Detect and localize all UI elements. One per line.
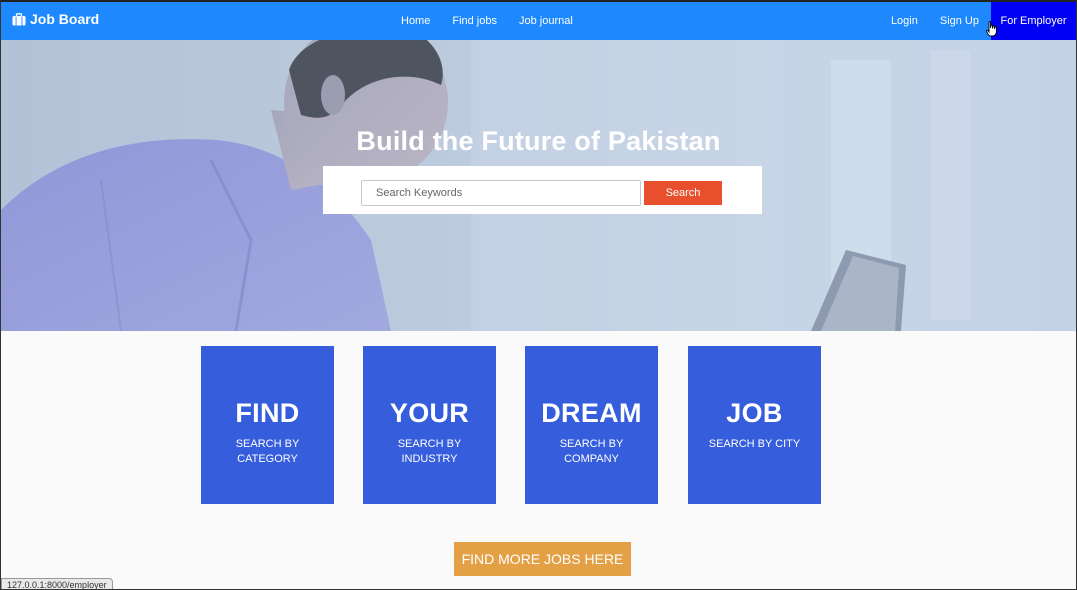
search-button[interactable]: Search (644, 181, 722, 205)
for-employer-label: For Employer (1000, 15, 1067, 27)
tile-heading: JOB (726, 398, 783, 428)
search-keywords-input[interactable] (361, 180, 641, 206)
login-link[interactable]: Login (891, 15, 918, 27)
nav-find-jobs[interactable]: Find jobs (452, 15, 497, 27)
search-panel: Search (323, 166, 762, 214)
tile-heading: DREAM (541, 398, 642, 428)
account-nav: Login Sign Up For Employer (891, 2, 1076, 40)
brand-label: Job Board (30, 11, 100, 27)
tile-heading: YOUR (389, 398, 470, 428)
find-more-jobs-label: FIND MORE JOBS HERE (461, 551, 624, 567)
tile-heading: FIND (235, 398, 300, 428)
briefcase-icon (12, 12, 26, 25)
brand-link[interactable]: Job Board (12, 11, 99, 27)
navbar: Job Board Home Find jobs Job journal Log… (1, 2, 1076, 40)
signup-link[interactable]: Sign Up (940, 15, 979, 27)
tile-subtitle: SEARCH BY COMPANY (559, 438, 624, 465)
hero-banner: Build the Future of Pakistan Search (1, 40, 1076, 331)
tile-subtitle: SEARCH BY CITY (708, 438, 801, 450)
nav-job-journal[interactable]: Job journal (519, 15, 573, 27)
nav-home[interactable]: Home (401, 15, 430, 27)
for-employer-button[interactable]: For Employer (991, 2, 1076, 40)
hero-title: Build the Future of Pakistan (356, 126, 721, 156)
tile-subtitle: SEARCH BY CATEGORY (235, 438, 300, 465)
tile-search-by-company[interactable]: DREAM SEARCH BY COMPANY (525, 346, 658, 504)
tile-search-by-industry[interactable]: YOUR SEARCH BY INDUSTRY (363, 346, 496, 504)
tile-subtitle: SEARCH BY INDUSTRY (397, 438, 462, 465)
tile-search-by-category[interactable]: FIND SEARCH BY CATEGORY (201, 346, 334, 504)
status-bar-url: 127.0.0.1:8000/employer (1, 578, 113, 589)
page: Job Board Home Find jobs Job journal Log… (0, 0, 1077, 590)
main-nav: Home Find jobs Job journal (401, 2, 595, 40)
tile-search-by-city[interactable]: JOB SEARCH BY CITY (688, 346, 821, 504)
find-more-jobs-button[interactable]: FIND MORE JOBS HERE (454, 542, 631, 576)
hand-cursor-icon (986, 21, 997, 37)
